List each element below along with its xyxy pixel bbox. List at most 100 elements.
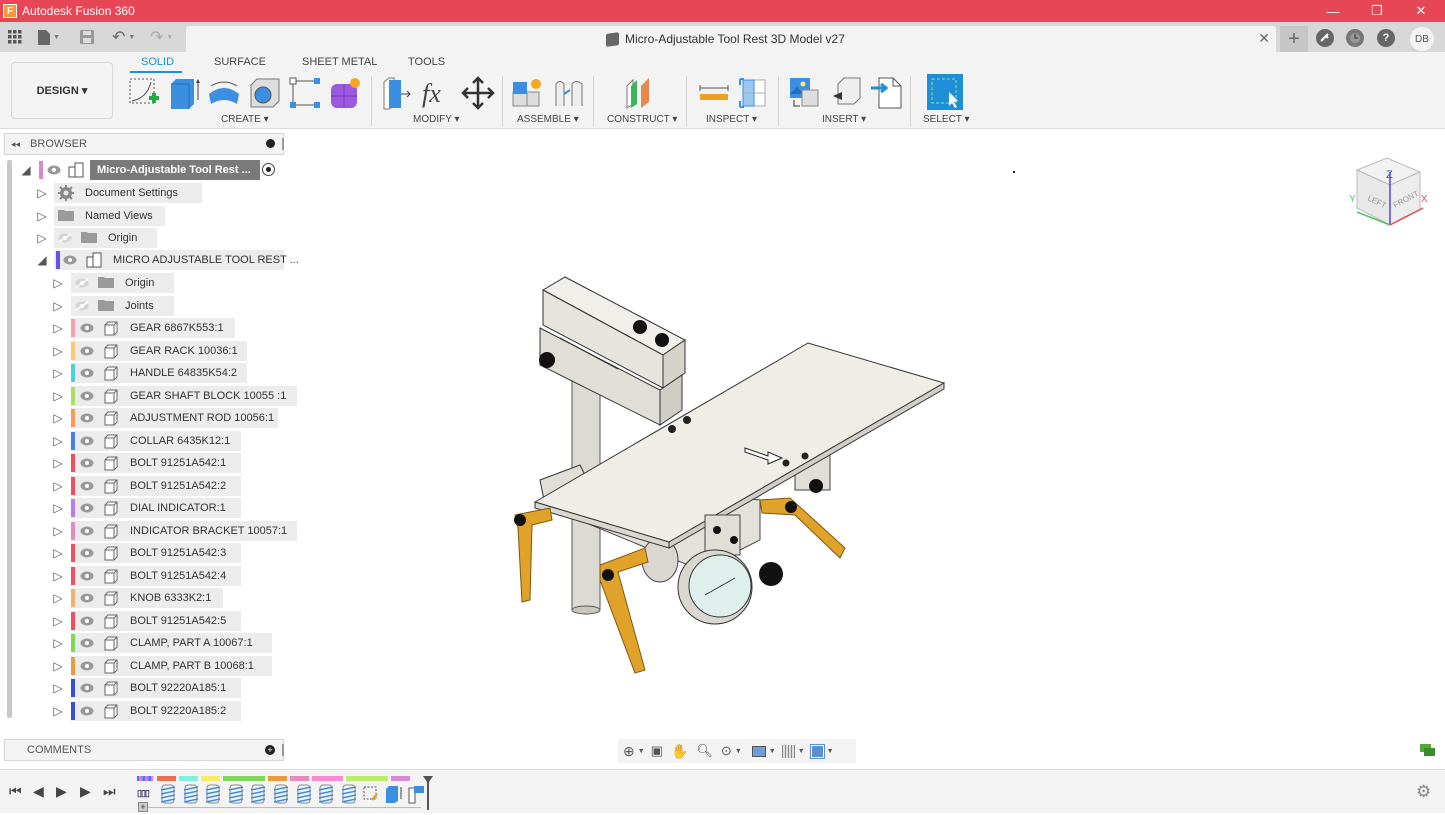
expand-arrow-icon[interactable]: ▷ bbox=[52, 434, 64, 448]
look-at-icon[interactable]: ▣ bbox=[651, 743, 663, 759]
timeline-joint-feature-icon[interactable] bbox=[341, 784, 357, 804]
expand-arrow-icon[interactable]: ▷ bbox=[52, 614, 64, 628]
browser-folder-joints[interactable]: ▷ Joints bbox=[0, 295, 285, 316]
visibility-eye-icon[interactable] bbox=[47, 165, 61, 175]
section-analysis-button[interactable] bbox=[737, 76, 771, 110]
undo-button[interactable]: ↶ ▼ bbox=[112, 27, 135, 47]
expand-arrow-icon[interactable]: ▷ bbox=[52, 344, 64, 358]
extensions-icon[interactable] bbox=[1316, 29, 1334, 47]
expand-arrow-icon[interactable]: ▷ bbox=[36, 209, 48, 223]
orbit-icon[interactable]: ⊕ bbox=[623, 743, 635, 760]
select-menu[interactable]: SELECT ▾ bbox=[923, 114, 970, 125]
browser-component[interactable]: ◢ MICRO ADJUSTABLE TOOL REST ... bbox=[0, 250, 299, 270]
browser-component-item[interactable]: ▷ BOLT 91251A542:1 bbox=[0, 453, 285, 473]
expand-arrow-icon[interactable]: ▷ bbox=[52, 366, 64, 380]
expand-arrow-icon[interactable]: ▷ bbox=[52, 591, 64, 605]
display-settings-icon[interactable] bbox=[751, 745, 766, 757]
visibility-eye-icon[interactable] bbox=[80, 616, 94, 626]
workspace-switcher[interactable]: DESIGN ▾ bbox=[11, 62, 113, 119]
expand-arrow-icon[interactable]: ▷ bbox=[52, 681, 64, 695]
revolve-button[interactable] bbox=[207, 76, 241, 110]
visibility-eye-icon[interactable] bbox=[80, 638, 94, 648]
construct-menu[interactable]: CONSTRUCT ▾ bbox=[607, 114, 677, 125]
browser-component-item[interactable]: ▷ ADJUSTMENT ROD 10056:1 bbox=[0, 408, 285, 428]
parameters-button[interactable]: fx bbox=[420, 76, 454, 110]
expand-arrow-icon[interactable]: ▷ bbox=[52, 276, 64, 290]
viewcube[interactable]: LEFT FRONT Z Y X bbox=[1345, 150, 1435, 235]
browser-component-item[interactable]: ▷ DIAL INDICATOR:1 bbox=[0, 498, 285, 518]
visibility-eye-icon[interactable] bbox=[80, 368, 94, 378]
grid-settings-icon[interactable] bbox=[781, 744, 795, 758]
offset-plane-button[interactable] bbox=[623, 76, 657, 110]
browser-component-item[interactable]: ▷ BOLT 91251A542:4 bbox=[0, 565, 285, 586]
attached-canvas-button[interactable] bbox=[788, 76, 822, 110]
expand-arrow-icon[interactable]: ▷ bbox=[52, 321, 64, 335]
file-menu-button[interactable]: ▼ bbox=[38, 27, 60, 47]
visibility-eye-icon[interactable] bbox=[80, 548, 94, 558]
browser-item-named-views[interactable]: ▷ Named Views bbox=[0, 205, 285, 226]
step-back-button[interactable]: ◀ bbox=[33, 783, 44, 800]
new-tab-button[interactable]: + bbox=[1280, 26, 1308, 52]
expand-arrow-icon[interactable]: ▷ bbox=[36, 231, 48, 245]
timeline-group-icon[interactable]: ▯▯▯ bbox=[137, 788, 150, 799]
expand-arrow-icon[interactable]: ▷ bbox=[52, 704, 64, 718]
insert-mesh-button[interactable] bbox=[830, 76, 864, 110]
insert-derive-button[interactable] bbox=[869, 76, 903, 110]
expand-arrow-icon[interactable]: ▷ bbox=[52, 456, 64, 470]
browser-component-item[interactable]: ▷ CLAMP, PART B 10068:1 bbox=[0, 655, 285, 676]
expand-arrow-icon[interactable]: ▷ bbox=[52, 569, 64, 583]
timeline-joint-feature-icon[interactable] bbox=[273, 784, 289, 804]
close-tab-button[interactable]: ✕ bbox=[1258, 30, 1270, 47]
new-component-button[interactable] bbox=[511, 76, 545, 110]
browser-root[interactable]: ◢ Micro-Adjustable Tool Rest ... bbox=[0, 160, 285, 180]
browser-component-item[interactable]: ▷ COLLAR 6435K12:1 bbox=[0, 430, 285, 451]
go-to-start-button[interactable]: ⏮ bbox=[9, 783, 22, 800]
timeline-joint-feature-icon[interactable] bbox=[228, 784, 244, 804]
browser-item-document-settings[interactable]: ▷ Document Settings bbox=[0, 183, 285, 203]
browser-component-item[interactable]: ▷ BOLT 92220A185:1 bbox=[0, 678, 285, 698]
expand-arrow-icon[interactable]: ▷ bbox=[52, 636, 64, 650]
visibility-eye-icon[interactable] bbox=[80, 458, 94, 468]
visibility-eye-icon[interactable] bbox=[80, 346, 94, 356]
text-commands-icon[interactable] bbox=[1420, 744, 1436, 758]
timeline-joint-feature-icon[interactable] bbox=[205, 784, 221, 804]
hole-button[interactable] bbox=[248, 76, 282, 110]
activate-component-radio[interactable] bbox=[262, 163, 275, 176]
visibility-eye-icon[interactable] bbox=[80, 593, 94, 603]
browser-item-origin[interactable]: ▷ Origin bbox=[0, 228, 285, 248]
select-button[interactable] bbox=[927, 74, 963, 110]
browser-component-item[interactable]: ▷ BOLT 91251A542:3 bbox=[0, 543, 285, 563]
expand-arrow-icon[interactable]: ▷ bbox=[52, 546, 64, 560]
expand-arrow-icon[interactable]: ▷ bbox=[52, 659, 64, 673]
pan-icon[interactable]: ✋ bbox=[671, 743, 688, 760]
browser-component-item[interactable]: ▷ KNOB 6333K2:1 bbox=[0, 588, 285, 608]
insert-menu[interactable]: INSERT ▾ bbox=[822, 114, 866, 125]
browser-component-item[interactable]: ▷ BOLT 92220A185:2 bbox=[0, 700, 285, 721]
minimize-button[interactable]: — bbox=[1310, 0, 1356, 22]
visibility-eye-icon[interactable] bbox=[80, 526, 94, 536]
expand-arrow-icon[interactable]: ▷ bbox=[52, 501, 64, 515]
add-comment-button[interactable]: + bbox=[265, 745, 275, 755]
timeline-extrude-feature-icon[interactable] bbox=[385, 784, 403, 804]
create-form-button[interactable] bbox=[328, 76, 362, 110]
measure-button[interactable] bbox=[697, 76, 731, 110]
create-menu[interactable]: CREATE ▾ bbox=[221, 114, 269, 125]
expand-arrow-icon[interactable]: ▷ bbox=[36, 186, 48, 200]
modify-menu[interactable]: MODIFY ▾ bbox=[413, 114, 460, 125]
timeline-joint-feature-icon[interactable] bbox=[250, 784, 266, 804]
data-panel-button[interactable] bbox=[8, 27, 22, 47]
create-sketch-button[interactable] bbox=[127, 76, 161, 110]
timeline-joint-feature-icon[interactable] bbox=[183, 784, 199, 804]
collapse-arrow-icon[interactable]: ◢ bbox=[20, 163, 32, 177]
expand-arrow-icon[interactable]: ▷ bbox=[52, 411, 64, 425]
timeline-expand-button[interactable]: + bbox=[138, 802, 148, 812]
redo-button[interactable]: ↷ ▼ bbox=[150, 27, 173, 47]
visibility-eye-icon[interactable] bbox=[80, 503, 94, 513]
browser-component-item[interactable]: ▷ GEAR RACK 10036:1 bbox=[0, 340, 285, 361]
visibility-eye-icon[interactable] bbox=[80, 436, 94, 446]
play-button[interactable]: ▶ bbox=[56, 783, 67, 800]
expand-arrow-icon[interactable]: ▷ bbox=[52, 299, 64, 313]
move-copy-button[interactable] bbox=[461, 76, 495, 110]
tab-surface[interactable]: SURFACE bbox=[214, 56, 266, 68]
browser-component-item[interactable]: ▷ GEAR 6867K553:1 bbox=[0, 318, 285, 338]
